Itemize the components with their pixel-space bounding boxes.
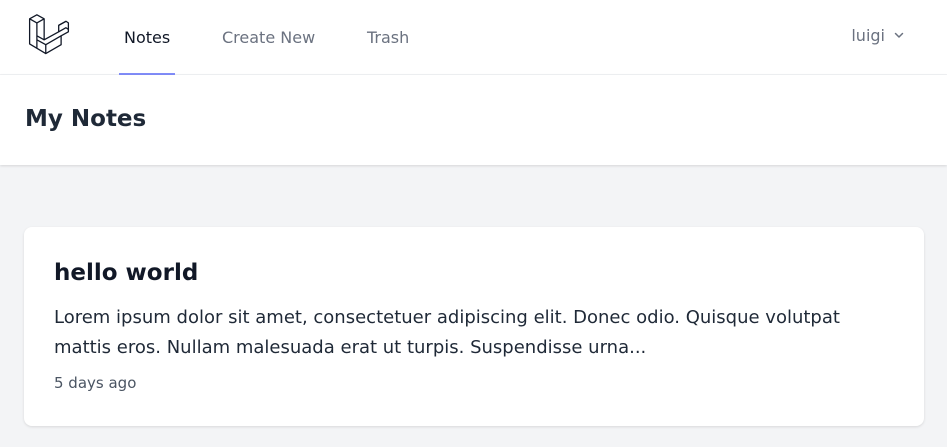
chevron-down-icon	[894, 32, 904, 38]
page-title: My Notes	[25, 106, 147, 132]
laravel-logo-icon[interactable]	[28, 14, 70, 56]
note-excerpt: Lorem ipsum dolor sit amet, consectetuer…	[54, 307, 840, 358]
top-navigation: Notes Create New Trash luigi	[0, 0, 947, 75]
note-title[interactable]: hello world	[54, 260, 198, 286]
nav-link-create-new[interactable]: Create New	[222, 0, 315, 75]
page-header: My Notes	[0, 75, 947, 165]
nav-link-notes[interactable]: Notes	[118, 0, 176, 75]
nav-link-trash[interactable]: Trash	[367, 0, 409, 75]
user-menu-dropdown[interactable]: luigi	[851, 0, 905, 70]
note-card[interactable]: hello world Lorem ipsum dolor sit amet, …	[24, 227, 924, 426]
user-name: luigi	[851, 25, 885, 45]
note-timestamp: 5 days ago	[54, 374, 137, 392]
